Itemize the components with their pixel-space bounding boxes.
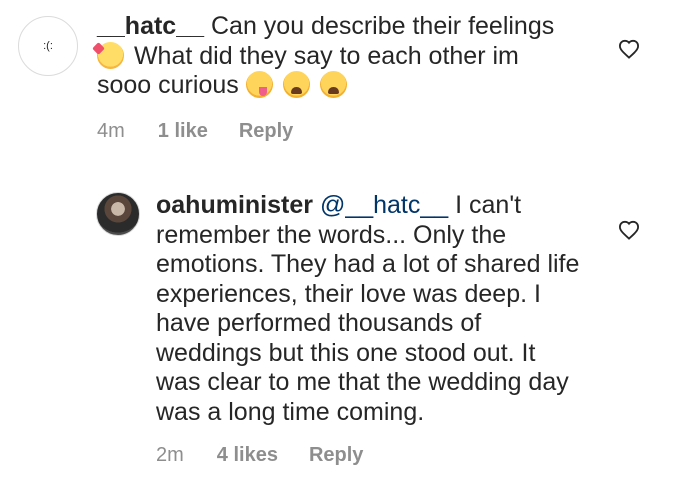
reply-button[interactable]: Reply xyxy=(309,444,363,467)
comment-body: I can't remember the words... Only the e… xyxy=(156,191,580,426)
comment-username[interactable]: __hatc__ xyxy=(97,12,204,40)
user-avatar[interactable]: :(: xyxy=(18,16,78,76)
comment-body-line-3: sooo curious xyxy=(97,71,239,99)
user-avatar[interactable] xyxy=(96,192,140,236)
like-heart-icon[interactable] xyxy=(618,39,640,59)
smiling-face-with-hearts-icon xyxy=(97,41,124,69)
comment-text: __hatc__ Can you describe their feelings… xyxy=(97,12,567,101)
comment-body-line-2: What did they say to each other im xyxy=(133,41,519,70)
comment-body-line-1: Can you describe their feelings xyxy=(210,12,555,40)
reply-comment-text: oahuminister @__hatc__ I can't remember … xyxy=(156,191,586,427)
weary-face-icon xyxy=(319,71,347,98)
mention-link[interactable]: @__hatc__ xyxy=(320,191,448,219)
weary-face-icon xyxy=(282,71,310,98)
like-count[interactable]: 1 like xyxy=(158,120,208,143)
comment-meta: 2m 4 likes Reply xyxy=(156,444,363,467)
avatar-text: :(: xyxy=(43,40,53,52)
comment-meta: 4m 1 like Reply xyxy=(97,120,293,143)
comment-time: 4m xyxy=(97,120,125,142)
reply-button[interactable]: Reply xyxy=(239,120,293,143)
zany-face-icon xyxy=(245,71,273,98)
comment-username[interactable]: oahuminister xyxy=(156,191,313,219)
comment-time: 2m xyxy=(156,444,184,466)
like-heart-icon[interactable] xyxy=(618,220,640,240)
like-count[interactable]: 4 likes xyxy=(217,444,278,467)
